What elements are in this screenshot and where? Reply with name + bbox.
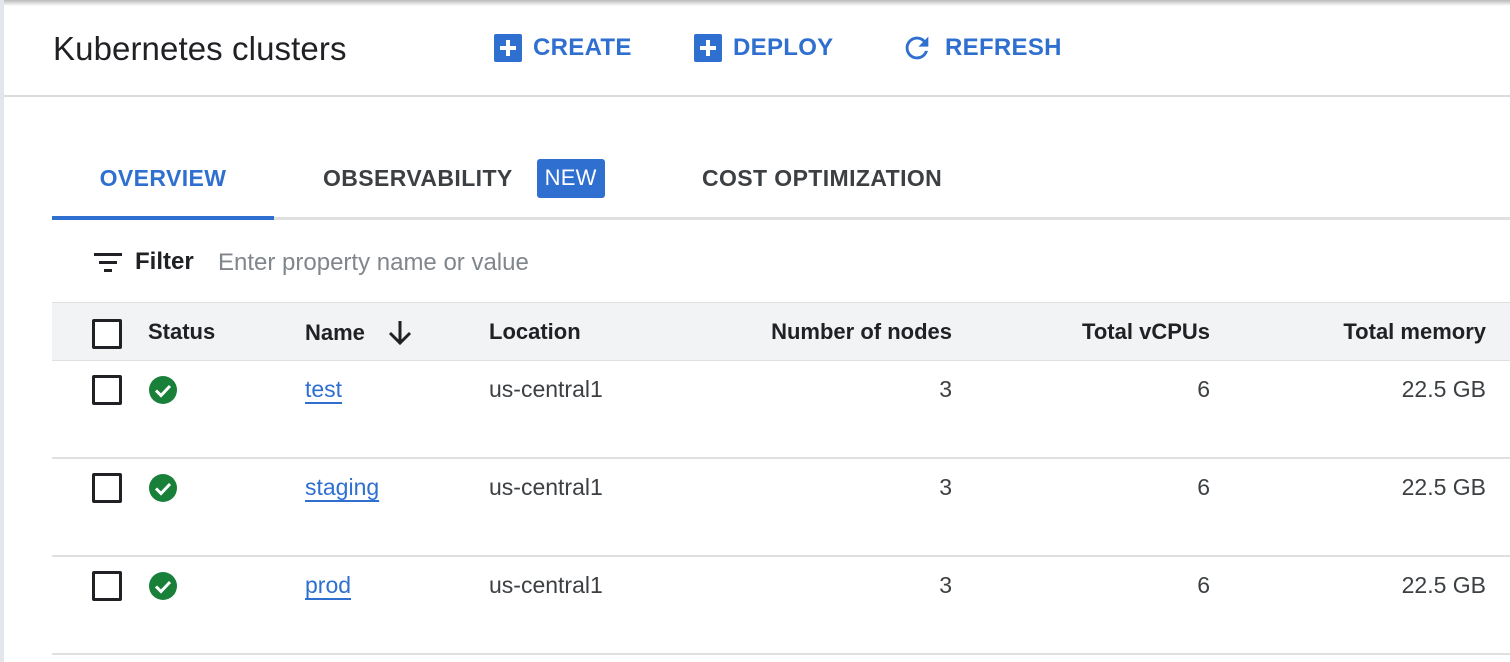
column-header-nodes[interactable]: Number of nodes <box>771 319 952 345</box>
refresh-button[interactable]: REFRESH <box>900 28 1062 68</box>
add-box-icon <box>494 34 522 62</box>
deploy-label: DEPLOY <box>733 34 834 61</box>
filter-list-icon[interactable] <box>94 252 122 279</box>
cluster-nodes: 3 <box>939 572 952 598</box>
tab-observability[interactable]: OBSERVABILITY NEW <box>312 140 612 217</box>
check-circle-icon <box>148 571 178 606</box>
left-edge <box>0 0 4 662</box>
filter-bar: Filter <box>52 230 1510 302</box>
table-row: test us-central1 3 6 22.5 GB <box>52 361 1510 459</box>
page-title: Kubernetes clusters <box>53 30 347 67</box>
filter-input[interactable] <box>218 244 918 282</box>
cluster-name-link[interactable]: staging <box>305 474 379 501</box>
create-button[interactable]: CREATE <box>494 28 632 68</box>
tab-bar: OVERVIEW OBSERVABILITY NEW COST OPTIMIZA… <box>52 140 1510 220</box>
row-checkbox[interactable] <box>92 375 122 405</box>
page: Kubernetes clusters CREATE DEPLOY REFRES… <box>0 0 1510 662</box>
row-checkbox[interactable] <box>92 571 122 601</box>
table-row: staging us-central1 3 6 22.5 GB <box>52 459 1510 557</box>
cluster-memory: 22.5 GB <box>1401 376 1486 402</box>
tab-overview[interactable]: OVERVIEW <box>52 140 274 220</box>
column-header-memory[interactable]: Total memory <box>1343 319 1486 345</box>
cluster-memory: 22.5 GB <box>1401 474 1486 500</box>
tab-cost-optimization-label: COST OPTIMIZATION <box>702 165 943 191</box>
tab-observability-label: OBSERVABILITY <box>323 165 513 191</box>
cluster-vcpus: 6 <box>1197 474 1210 500</box>
cluster-vcpus: 6 <box>1197 376 1210 402</box>
filter-label: Filter <box>135 248 194 275</box>
column-header-vcpus[interactable]: Total vCPUs <box>1082 319 1210 345</box>
cluster-location: us-central1 <box>489 572 603 598</box>
new-badge: NEW <box>536 159 605 198</box>
refresh-label: REFRESH <box>945 34 1062 61</box>
page-header: Kubernetes clusters CREATE DEPLOY REFRES… <box>4 0 1510 97</box>
check-circle-icon <box>148 473 178 508</box>
column-header-name-label: Name <box>305 320 365 345</box>
cluster-nodes: 3 <box>939 376 952 402</box>
cluster-nodes: 3 <box>939 474 952 500</box>
table-row: prod us-central1 3 6 22.5 GB <box>52 557 1510 655</box>
column-header-name[interactable]: Name <box>305 319 413 347</box>
cluster-name-link[interactable]: prod <box>305 572 351 599</box>
tab-overview-label: OVERVIEW <box>99 165 227 191</box>
add-box-icon <box>694 34 722 62</box>
clusters-table: Status Name Location Number of nodes Tot… <box>52 302 1510 655</box>
deploy-button[interactable]: DEPLOY <box>694 28 833 68</box>
cluster-name-link[interactable]: test <box>305 376 342 403</box>
refresh-icon <box>900 31 934 65</box>
tab-cost-optimization[interactable]: COST OPTIMIZATION <box>692 140 962 217</box>
table-header: Status Name Location Number of nodes Tot… <box>52 302 1510 361</box>
create-label: CREATE <box>533 34 632 61</box>
arrow-down-icon <box>387 319 413 347</box>
row-checkbox[interactable] <box>92 473 122 503</box>
column-header-location[interactable]: Location <box>489 319 581 345</box>
column-header-status[interactable]: Status <box>148 319 215 345</box>
check-circle-icon <box>148 375 178 410</box>
cluster-vcpus: 6 <box>1197 572 1210 598</box>
cluster-memory: 22.5 GB <box>1401 572 1486 598</box>
cluster-location: us-central1 <box>489 474 603 500</box>
select-all-checkbox[interactable] <box>92 319 122 349</box>
cluster-location: us-central1 <box>489 376 603 402</box>
